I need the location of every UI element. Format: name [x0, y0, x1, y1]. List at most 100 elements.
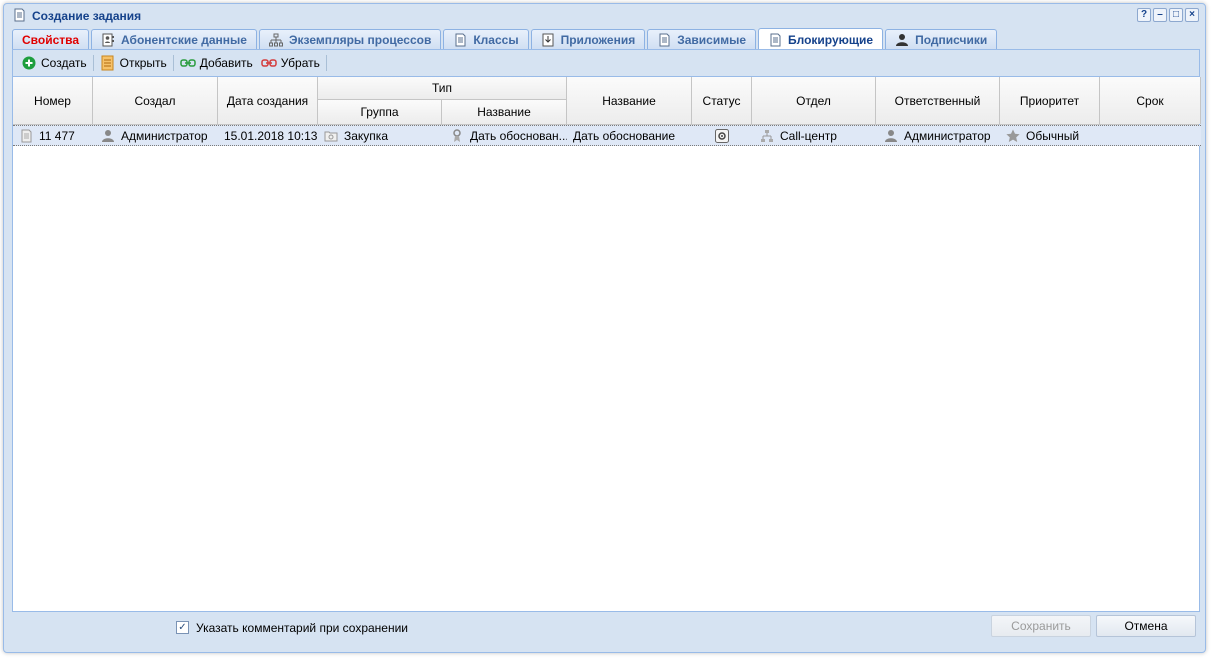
- column-header-priority[interactable]: Приоритет: [1000, 77, 1100, 124]
- user-icon: [884, 129, 898, 143]
- tab-label: Свойства: [22, 33, 80, 47]
- tab-dependent[interactable]: Зависимые: [647, 29, 756, 50]
- add-link-button[interactable]: Добавить: [176, 53, 257, 73]
- window-title: Создание задания: [32, 9, 142, 23]
- remove-link-button[interactable]: Убрать: [257, 53, 324, 73]
- column-title: Дата создания: [226, 93, 309, 108]
- create-button[interactable]: Создать: [17, 53, 91, 73]
- table-row[interactable]: 11 477 Администратор 15.01.2018 10:13 За…: [13, 125, 1201, 146]
- cancel-label: Отмена: [1124, 619, 1168, 633]
- cell-text: Дать обоснован...: [470, 128, 567, 143]
- cell-deadline: [1100, 126, 1201, 145]
- cancel-button[interactable]: Отмена: [1096, 615, 1196, 637]
- grid-toolbar: Создать Открыть Добавить Убрать: [13, 50, 1199, 77]
- cell-text: Обычный: [1026, 128, 1080, 143]
- tab-label: Подписчики: [915, 33, 988, 47]
- column-title: Создал: [134, 93, 176, 108]
- close-icon[interactable]: ×: [1185, 8, 1199, 22]
- task-creation-window: Создание задания ? – □ × Свойства Абонен…: [3, 3, 1206, 653]
- blocking-tasks-grid: Номер Создал Дата создания Тип Группа На…: [13, 77, 1201, 611]
- cell-text: 11 477: [39, 128, 75, 143]
- window-titlebar[interactable]: Создание задания ? – □ ×: [4, 4, 1205, 28]
- tab-classes[interactable]: Классы: [443, 29, 529, 50]
- column-title: Тип: [431, 81, 452, 95]
- cell-responsible: Администратор: [876, 126, 1000, 145]
- column-header-type-group[interactable]: Группа: [318, 100, 442, 124]
- column-header-department[interactable]: Отдел: [752, 77, 876, 124]
- column-header-deadline[interactable]: Срок: [1100, 77, 1201, 124]
- tab-label: Экземпляры процессов: [288, 33, 432, 47]
- document-icon: [12, 8, 26, 22]
- comment-on-save-checkbox[interactable]: ✓: [176, 621, 189, 634]
- cell-text: Call-центр: [780, 128, 837, 143]
- toolbar-separator: [172, 55, 174, 71]
- open-button[interactable]: Открыть: [96, 53, 171, 73]
- tab-blocking[interactable]: Блокирующие: [758, 28, 884, 50]
- cell-status: [692, 126, 752, 145]
- column-header-responsible[interactable]: Ответственный: [876, 77, 1000, 124]
- open-label: Открыть: [119, 56, 167, 70]
- task-type-icon: [450, 128, 464, 143]
- tab-subscribers[interactable]: Подписчики: [885, 29, 998, 50]
- help-icon[interactable]: ?: [1137, 8, 1151, 22]
- open-document-icon: [100, 55, 116, 71]
- column-header-created-by[interactable]: Создал: [93, 77, 218, 124]
- tab-label: Классы: [473, 33, 519, 47]
- cell-text: 15.01.2018 10:13: [224, 128, 318, 143]
- document-icon: [453, 33, 467, 47]
- user-icon: [101, 129, 115, 143]
- cell-text: Администратор: [121, 128, 208, 143]
- cell-priority: Обычный: [1000, 126, 1100, 145]
- cell-number: 11 477: [13, 126, 93, 145]
- tab-label: Приложения: [560, 33, 636, 47]
- save-label: Сохранить: [1011, 619, 1071, 633]
- column-title: Приоритет: [1019, 93, 1080, 108]
- comment-on-save-label[interactable]: Указать комментарий при сохранении: [196, 621, 408, 635]
- tab-properties[interactable]: Свойства: [12, 29, 90, 50]
- document-icon: [768, 33, 782, 47]
- cell-text: Администратор: [904, 128, 991, 143]
- minimize-icon[interactable]: –: [1153, 8, 1167, 22]
- blocking-panel: Создать Открыть Добавить Убрать Номер Со…: [12, 49, 1201, 612]
- toolbar-separator: [325, 55, 327, 71]
- document-icon: [657, 33, 671, 47]
- link-remove-icon: [261, 55, 277, 71]
- cell-text: Дать обоснование: [573, 128, 676, 143]
- column-header-number[interactable]: Номер: [13, 77, 93, 124]
- folder-icon: [324, 129, 338, 143]
- tab-process-instances[interactable]: Экземпляры процессов: [258, 29, 442, 50]
- create-label: Создать: [41, 56, 87, 70]
- cell-name: Дать обоснование: [567, 126, 692, 145]
- link-add-icon: [180, 55, 196, 71]
- dialog-footer: ✓ Указать комментарий при сохранении Сох…: [12, 613, 1200, 649]
- maximize-icon[interactable]: □: [1169, 8, 1183, 22]
- tab-subscriber-data[interactable]: Абонентские данные: [91, 29, 257, 50]
- tab-strip: Свойства Абонентские данные Экземпляры п…: [12, 28, 998, 50]
- column-title: Группа: [360, 105, 399, 119]
- task-document-icon: [19, 129, 33, 143]
- column-title: Отдел: [796, 93, 831, 108]
- column-header-type-name[interactable]: Название: [442, 100, 567, 124]
- plus-circle-icon: [21, 55, 37, 71]
- cell-type-name: Дать обоснован...: [442, 126, 567, 145]
- tab-label: Зависимые: [677, 33, 746, 47]
- column-title: Название: [477, 105, 531, 119]
- star-icon: [1006, 129, 1020, 143]
- column-title: Название: [602, 93, 656, 108]
- cell-text: Закупка: [344, 128, 388, 143]
- tab-label: Абонентские данные: [121, 33, 247, 47]
- cell-created-by: Администратор: [93, 126, 218, 145]
- gear-status-icon: [715, 128, 729, 143]
- toolbar-separator: [92, 55, 94, 71]
- tab-label: Блокирующие: [788, 32, 874, 47]
- add-label: Добавить: [199, 56, 253, 70]
- cell-created-date: 15.01.2018 10:13: [218, 126, 318, 145]
- tab-attachments[interactable]: Приложения: [530, 29, 646, 50]
- column-header-name[interactable]: Название: [567, 77, 692, 124]
- contact-card-icon: [101, 33, 115, 47]
- user-icon: [895, 33, 909, 47]
- save-button[interactable]: Сохранить: [991, 615, 1091, 637]
- process-tree-icon: [268, 33, 283, 47]
- column-header-created-date[interactable]: Дата создания: [218, 77, 318, 124]
- column-header-status[interactable]: Статус: [692, 77, 752, 124]
